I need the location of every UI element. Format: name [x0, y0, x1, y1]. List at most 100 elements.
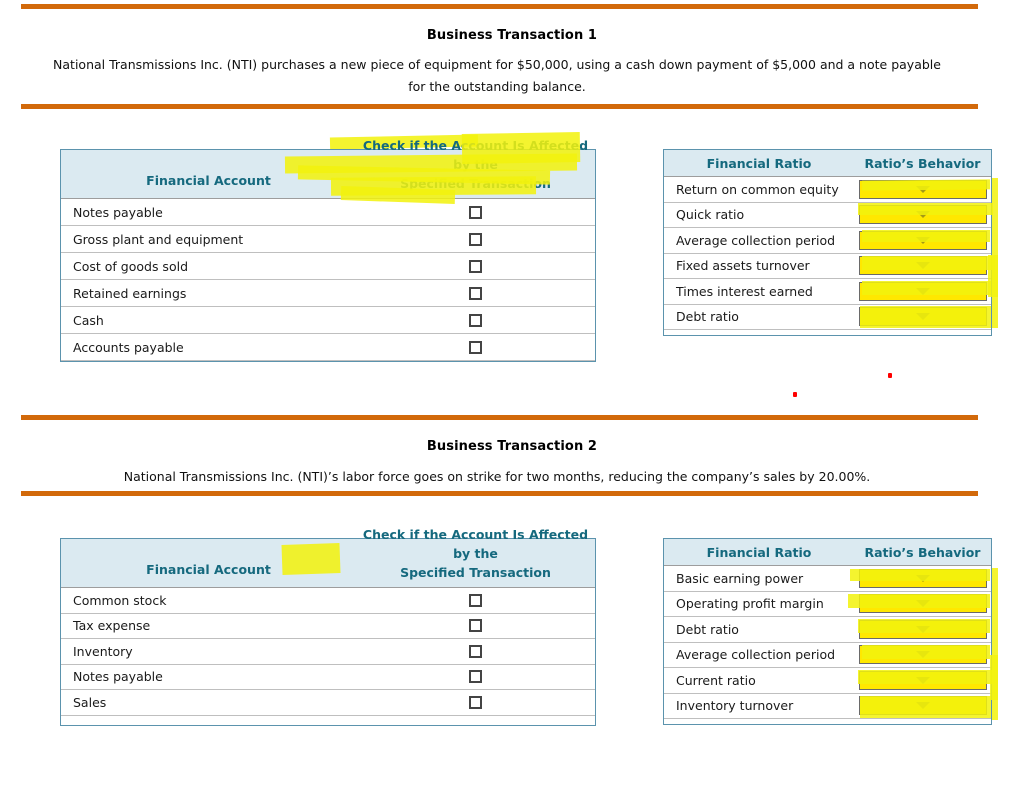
ratio-behavior-dropdown[interactable]	[858, 619, 987, 639]
table-row: Inventory	[61, 638, 595, 664]
ratio-behavior-cell	[854, 696, 991, 716]
accounts-col-check-header: Check if the Account Is Affected by the …	[356, 136, 595, 198]
divider-rule-top-2	[21, 415, 978, 420]
ratios-table-footer-rule-1	[664, 329, 991, 330]
account-name-cell: Inventory	[73, 643, 133, 659]
ratio-behavior-cell	[854, 230, 991, 250]
chevron-down-icon	[915, 676, 930, 684]
ratios-table-footer-rule-2	[664, 718, 991, 719]
table-row: Times interest earned	[664, 278, 991, 304]
account-name-cell: Accounts payable	[73, 339, 184, 355]
ratio-behavior-dropdown[interactable]	[858, 205, 987, 225]
ratio-behavior-cell	[854, 670, 991, 690]
ratio-behavior-dropdown[interactable]	[858, 307, 987, 327]
ratio-behavior-dropdown[interactable]	[858, 281, 987, 301]
ratio-behavior-dropdown[interactable]	[858, 696, 987, 716]
checkbox-icon[interactable]	[469, 695, 482, 709]
checkbox-icon[interactable]	[469, 593, 482, 607]
chevron-down-icon	[915, 651, 930, 659]
chevron-down-icon	[915, 211, 930, 219]
account-check-cell	[356, 313, 595, 327]
checkbox-icon[interactable]	[469, 644, 482, 658]
divider-rule-bottom-2	[21, 491, 978, 496]
table-row: Gross plant and equipment	[61, 225, 595, 252]
checkbox-icon[interactable]	[469, 670, 482, 684]
accounts-table-footer-rule-1	[61, 360, 595, 361]
chevron-down-icon	[915, 313, 930, 321]
chevron-down-icon	[915, 625, 930, 633]
table-row: Average collection period	[664, 227, 991, 253]
ratios-col-financial-ratio-header: Financial Ratio	[706, 544, 812, 560]
ratio-behavior-dropdown[interactable]	[858, 645, 987, 665]
table-row: Debt ratio	[664, 303, 991, 330]
accounts-col-check-header-line2: Specified Transaction	[400, 176, 551, 191]
ratio-behavior-cell	[854, 307, 991, 327]
checkbox-icon[interactable]	[469, 232, 482, 246]
accounts-col-check-header-line1: Check if the Account Is Affected by the	[362, 527, 589, 561]
checkbox-icon[interactable]	[469, 259, 482, 273]
ratio-name-cell: Average collection period	[676, 232, 836, 248]
table-row: Cash	[61, 306, 595, 333]
ratio-behavior-cell	[854, 281, 991, 301]
ratio-behavior-dropdown[interactable]	[858, 230, 987, 250]
table-row: Current ratio	[664, 667, 991, 693]
ratio-name-cell: Fixed assets turnover	[676, 258, 810, 274]
account-check-cell	[356, 286, 595, 300]
table-row: Operating profit margin	[664, 590, 991, 617]
chevron-down-icon	[915, 702, 930, 710]
accounts-table-body-2: Common stock Tax expense Inventory Notes pa…	[61, 587, 595, 715]
checkbox-icon[interactable]	[469, 619, 482, 633]
transaction-1-title: Business Transaction 1	[426, 28, 598, 43]
transaction-2-title: Business Transaction 2	[426, 439, 598, 454]
account-check-cell	[356, 593, 595, 607]
account-check-cell	[356, 670, 595, 684]
ratio-behavior-dropdown[interactable]	[858, 670, 987, 690]
account-check-cell	[356, 259, 595, 273]
accounts-table-footer-rule-2	[61, 714, 595, 716]
table-row: Sales	[61, 689, 595, 715]
checkbox-icon[interactable]	[469, 313, 482, 327]
chevron-down-icon	[915, 287, 930, 295]
account-name-cell: Sales	[73, 694, 107, 710]
ratio-behavior-cell	[854, 645, 991, 665]
table-row: Tax expense	[61, 612, 595, 639]
ratio-behavior-dropdown[interactable]	[858, 594, 987, 614]
table-row: Inventory turnover	[664, 692, 991, 719]
checkbox-icon[interactable]	[469, 205, 482, 219]
ratio-behavior-cell	[854, 568, 991, 588]
accounts-col-financial-account-header: Financial Account	[146, 562, 271, 577]
table-row: Fixed assets turnover	[664, 252, 991, 279]
checkbox-icon[interactable]	[469, 286, 482, 300]
ratio-name-cell: Basic earning power	[676, 570, 804, 586]
ratio-behavior-dropdown[interactable]	[858, 179, 987, 199]
ratio-name-cell: Inventory turnover	[676, 698, 794, 714]
ratio-behavior-dropdown[interactable]	[858, 568, 987, 588]
account-check-cell	[356, 619, 595, 633]
ratio-behavior-cell	[854, 179, 991, 199]
chevron-down-icon	[915, 574, 930, 582]
account-name-cell: Retained earnings	[73, 285, 187, 301]
account-name-cell: Cash	[73, 312, 104, 328]
checkbox-icon[interactable]	[469, 340, 482, 354]
ratio-behavior-dropdown[interactable]	[858, 256, 987, 276]
accounts-table-header-1: Financial Account Check if the Account I…	[61, 138, 595, 198]
accounts-table-body-1: Notes payable Gross plant and equipment Co…	[61, 198, 595, 360]
divider-rule-bottom-1	[21, 104, 978, 109]
ratios-table-transaction-2: Financial Ratio Ratio’s Behavior Basic e…	[663, 538, 992, 725]
chevron-down-icon	[915, 600, 930, 608]
ratios-table-body-1: Return on common equity Quick ratio Averag…	[664, 176, 991, 329]
ratios-col-financial-ratio-header: Financial Ratio	[706, 155, 812, 171]
accounts-table-header-2: Financial Account Check if the Account I…	[61, 527, 595, 587]
account-check-cell	[356, 232, 595, 246]
account-name-cell: Common stock	[73, 592, 167, 608]
accounts-col-financial-account-header: Financial Account	[146, 173, 271, 188]
table-row: Retained earnings	[61, 279, 595, 306]
account-check-cell	[356, 340, 595, 354]
ratio-name-cell: Quick ratio	[676, 207, 745, 223]
ratio-name-cell: Return on common equity	[676, 181, 839, 197]
ratios-table-header-2: Financial Ratio Ratio’s Behavior	[664, 539, 991, 565]
chevron-down-icon	[915, 236, 930, 244]
ratio-name-cell: Times interest earned	[676, 283, 813, 299]
ratios-table-header-1: Financial Ratio Ratio’s Behavior	[664, 150, 991, 176]
table-row: Basic earning power	[664, 565, 991, 591]
